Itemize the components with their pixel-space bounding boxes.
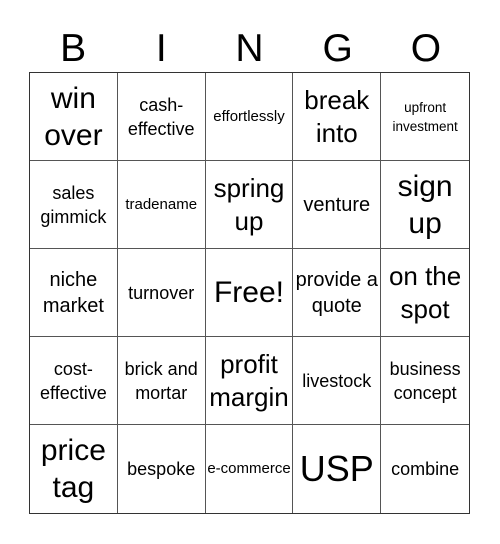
- bingo-cell[interactable]: cash-effective: [117, 73, 206, 161]
- bingo-cell[interactable]: livestock: [293, 337, 382, 425]
- cell-text: brick and mortar: [124, 358, 198, 403]
- bingo-cell[interactable]: cost-effective: [30, 337, 118, 425]
- bingo-cell[interactable]: sales gimmick: [30, 161, 118, 249]
- bingo-cell[interactable]: provide a quote: [293, 249, 382, 337]
- bingo-cell[interactable]: on the spot: [381, 249, 469, 337]
- bingo-cell[interactable]: win over: [30, 73, 118, 161]
- cell-text: USP: [299, 448, 374, 489]
- bingo-cell[interactable]: venture: [293, 161, 382, 249]
- bingo-cell[interactable]: turnover: [117, 249, 206, 337]
- header-letter-n: N: [235, 26, 264, 70]
- bingo-cell[interactable]: break into: [293, 73, 382, 161]
- header-letter-b: B: [60, 26, 87, 70]
- cell-text: sales gimmick: [40, 182, 107, 227]
- cell-text: venture: [303, 193, 371, 216]
- bingo-header: B I N G O: [29, 24, 470, 72]
- cell-text: niche market: [42, 268, 104, 317]
- cell-text: break into: [304, 84, 370, 148]
- bingo-cell[interactable]: bespoke: [118, 425, 206, 513]
- cell-text: upfront investment: [392, 99, 458, 134]
- bingo-cell[interactable]: USP: [293, 425, 382, 513]
- cell-text: win over: [44, 81, 103, 152]
- bingo-cell[interactable]: spring up: [205, 161, 294, 249]
- cell-text: livestock: [302, 370, 372, 391]
- bingo-cell[interactable]: niche market: [30, 249, 118, 337]
- cell-text: e-commerce: [207, 460, 291, 477]
- header-letter-i: I: [155, 26, 167, 70]
- cell-text: spring up: [213, 172, 285, 236]
- cell-text: on the spot: [388, 260, 462, 324]
- cell-text: profit margin: [209, 348, 289, 412]
- bingo-cell[interactable]: upfront investment: [381, 73, 469, 161]
- cell-text: cost-effective: [40, 358, 107, 403]
- cell-text: cash-effective: [127, 94, 195, 139]
- cell-text: price tag: [40, 434, 106, 504]
- free-space-cell[interactable]: Free!: [205, 249, 294, 337]
- cell-text: turnover: [128, 282, 195, 303]
- cell-text: effortlessly: [213, 107, 285, 125]
- bingo-cell[interactable]: price tag: [30, 425, 118, 513]
- bingo-cell[interactable]: brick and mortar: [117, 337, 206, 425]
- cell-text: provide a quote: [295, 268, 378, 317]
- bingo-grid: win over cash-effective effortlessly bre…: [29, 72, 470, 514]
- cell-text: tradename: [125, 195, 198, 213]
- bingo-cell[interactable]: combine: [381, 425, 469, 513]
- header-letter-g: G: [322, 26, 353, 70]
- bingo-cell[interactable]: profit margin: [205, 337, 294, 425]
- bingo-cell[interactable]: effortlessly: [205, 73, 294, 161]
- bingo-cell[interactable]: e-commerce: [206, 425, 294, 513]
- bingo-cell[interactable]: business concept: [381, 337, 469, 425]
- bingo-cell[interactable]: tradename: [117, 161, 206, 249]
- free-space-label: Free!: [213, 275, 284, 309]
- cell-text: sign up: [397, 169, 453, 240]
- bingo-cell[interactable]: sign up: [381, 161, 469, 249]
- header-letter-o: O: [410, 26, 442, 70]
- cell-text: bespoke: [127, 459, 196, 479]
- cell-text: business concept: [389, 358, 461, 403]
- cell-text: combine: [391, 459, 460, 479]
